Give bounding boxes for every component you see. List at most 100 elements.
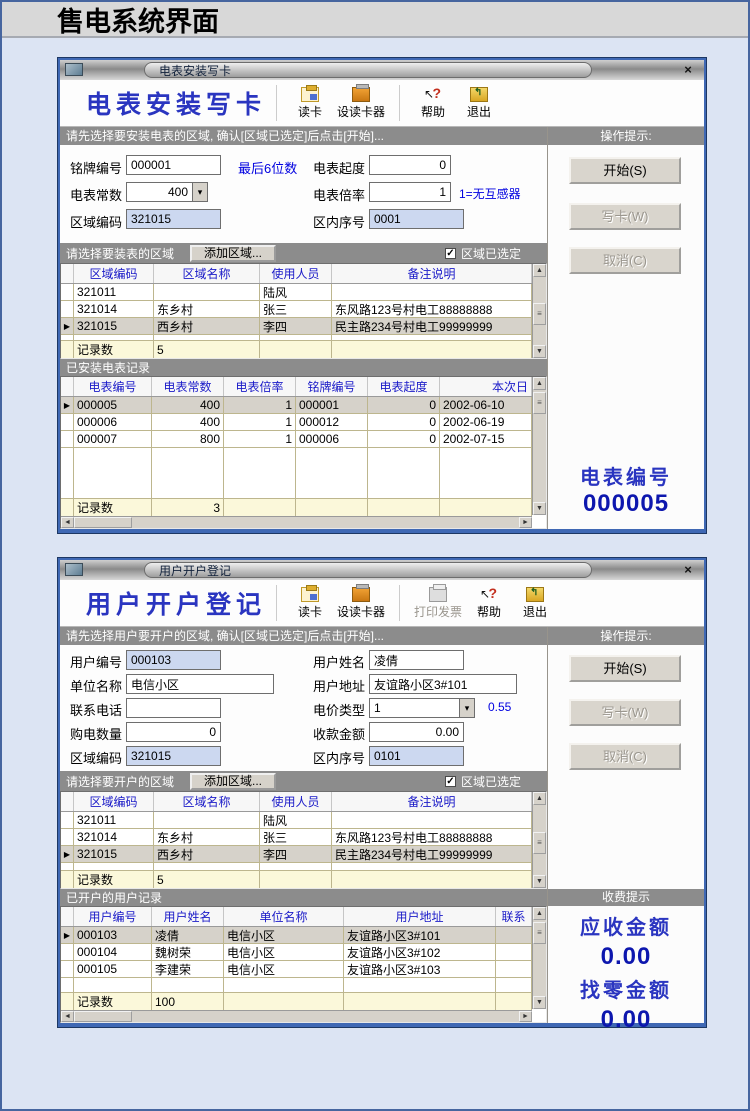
- scroll-down-icon[interactable]: ▼: [533, 345, 546, 358]
- scroll-left-icon[interactable]: ◄: [61, 1011, 74, 1022]
- check-icon[interactable]: ✓: [445, 248, 456, 259]
- write-card-button[interactable]: 写卡(W): [569, 203, 681, 230]
- scroll-right-icon[interactable]: ►: [519, 517, 532, 528]
- table-row-selected[interactable]: ▶ 321015 西乡村 李四 民主路234号村电工99999999: [61, 846, 532, 863]
- area-table: 区域编码 区域名称 使用人员 备注说明 321011 陆风: [60, 263, 547, 359]
- toolbar-label: 设读卡器: [337, 103, 385, 120]
- serial-input[interactable]: 0101: [369, 746, 464, 766]
- titlebar[interactable]: 用户开户登记 ×: [60, 560, 704, 580]
- vertical-scrollbar[interactable]: ▲ ≡ ▼: [532, 377, 546, 515]
- instruction-bar: 请先选择要安装电表的区域, 确认[区域已选定]后点击[开始]...: [60, 127, 547, 145]
- meter-number-block: 电表编号 000005: [548, 461, 704, 518]
- table-row[interactable]: 321011 陆风: [61, 284, 532, 301]
- table-row-selected[interactable]: ▶ 321015 西乡村 李四 民主路234号村电工99999999: [61, 318, 532, 335]
- nameplate-input[interactable]: 000001: [126, 155, 221, 175]
- table-row[interactable]: 321014 东乡村 张三 东风路123号村电工88888888: [61, 301, 532, 318]
- scroll-left-icon[interactable]: ◄: [61, 517, 74, 528]
- toolbar-label: 帮助: [477, 603, 501, 620]
- chevron-down-icon[interactable]: ▾: [459, 698, 475, 718]
- toolbar-label: 帮助: [421, 103, 445, 120]
- table-row[interactable]: 000105 李建荣 电信小区 友谊路小区3#103: [61, 961, 532, 978]
- scroll-up-icon[interactable]: ▲: [533, 907, 546, 920]
- print-invoice-button[interactable]: 打印发票: [410, 587, 466, 620]
- price-type-combobox[interactable]: 1 ▾: [369, 698, 475, 718]
- chevron-down-icon[interactable]: ▾: [192, 182, 208, 202]
- scroll-up-icon[interactable]: ▲: [533, 264, 546, 277]
- area-section-title: 请选择要装表的区域: [66, 245, 174, 262]
- quantity-label: 购电数量: [70, 724, 122, 743]
- amount-input[interactable]: 0.00: [369, 722, 464, 742]
- scroll-down-icon[interactable]: ▼: [533, 875, 546, 888]
- nameplate-hint: 最后6位数: [238, 158, 297, 177]
- exit-button[interactable]: 退出: [456, 87, 502, 120]
- table-row-selected[interactable]: ▶ 000103 凌倩 电信小区 友谊路小区3#101: [61, 927, 532, 944]
- scrollbar-thumb[interactable]: ≡: [533, 832, 546, 854]
- help-button[interactable]: 帮助: [466, 587, 512, 620]
- window-title: 电表安装写卡: [159, 62, 231, 78]
- start-degree-input[interactable]: 0: [369, 155, 451, 175]
- area-selected-checkbox[interactable]: ✓ 区域已选定: [445, 245, 521, 262]
- table-row[interactable]: 000104 魏树荣 电信小区 友谊路小区3#102: [61, 944, 532, 961]
- scroll-down-icon[interactable]: ▼: [533, 996, 546, 1009]
- area-code-input[interactable]: 321015: [126, 746, 221, 766]
- vertical-scrollbar[interactable]: ▲ ≡ ▼: [532, 264, 546, 358]
- table-row[interactable]: 321011 陆风: [61, 812, 532, 829]
- check-icon[interactable]: ✓: [445, 776, 456, 787]
- horizontal-scrollbar[interactable]: ◄ ►: [61, 516, 532, 528]
- vertical-scrollbar[interactable]: ▲ ≡ ▼: [532, 792, 546, 888]
- fee-block: 应收金额 0.00 找零金额 0.00: [548, 911, 704, 1034]
- scroll-down-icon[interactable]: ▼: [533, 502, 546, 515]
- phone-input[interactable]: [126, 698, 221, 718]
- constant-combobox[interactable]: 400 ▾: [126, 182, 208, 202]
- scroll-up-icon[interactable]: ▲: [533, 792, 546, 805]
- add-area-button[interactable]: 添加区域...: [190, 245, 276, 262]
- user-no-input[interactable]: 000103: [126, 650, 221, 670]
- unit-label: 单位名称: [70, 676, 122, 695]
- read-card-button[interactable]: 读卡: [287, 587, 333, 620]
- ratio-input[interactable]: 1: [369, 182, 451, 202]
- cancel-button[interactable]: 取消(C): [569, 247, 681, 274]
- scrollbar-thumb[interactable]: ≡: [533, 303, 546, 325]
- table-row[interactable]: 321014 东乡村 张三 东风路123号村电工88888888: [61, 829, 532, 846]
- table-row-selected[interactable]: ▶ 000005 400 1 000001 0 2002-06-10: [61, 397, 532, 414]
- titlebar[interactable]: 电表安装写卡 ×: [60, 60, 704, 80]
- scroll-right-icon[interactable]: ►: [519, 1011, 532, 1022]
- account-open-window: 用户开户登记 × 用户开户登记 读卡 设读卡器 打印发票: [57, 557, 707, 1028]
- help-button[interactable]: 帮助: [410, 87, 456, 120]
- read-card-icon: [301, 587, 319, 602]
- scrollbar-thumb[interactable]: [74, 517, 132, 528]
- user-name-input[interactable]: 凌倩: [369, 650, 464, 670]
- scrollbar-thumb[interactable]: [74, 1011, 132, 1022]
- address-input[interactable]: 友谊路小区3#101: [369, 674, 517, 694]
- vertical-scrollbar[interactable]: ▲ ≡ ▼: [532, 907, 546, 1009]
- quantity-input[interactable]: 0: [126, 722, 221, 742]
- table-footer-row: 记录数 3: [61, 498, 532, 516]
- set-reader-button[interactable]: 设读卡器: [333, 87, 389, 120]
- exit-button[interactable]: 退出: [512, 587, 558, 620]
- set-reader-button[interactable]: 设读卡器: [333, 587, 389, 620]
- scrollbar-thumb[interactable]: ≡: [533, 922, 546, 944]
- receivable-value: 0.00: [548, 943, 704, 971]
- start-button[interactable]: 开始(S): [569, 655, 681, 682]
- scrollbar-thumb[interactable]: ≡: [533, 392, 546, 414]
- price-hint: 0.55: [488, 700, 511, 714]
- area-section-bar: 请选择要开户的区域 添加区域... ✓ 区域已选定: [60, 771, 547, 791]
- add-area-button[interactable]: 添加区域...: [190, 773, 276, 790]
- scroll-up-icon[interactable]: ▲: [533, 377, 546, 390]
- close-button[interactable]: ×: [680, 562, 696, 578]
- cancel-button[interactable]: 取消(C): [569, 743, 681, 770]
- unit-input[interactable]: 电信小区: [126, 674, 274, 694]
- table-row[interactable]: 000007 800 1 000006 0 2002-07-15: [61, 431, 532, 448]
- area-code-label: 区域编码: [70, 212, 122, 231]
- area-code-input[interactable]: 321015: [126, 209, 221, 229]
- area-selected-checkbox[interactable]: ✓ 区域已选定: [445, 773, 521, 790]
- constant-label: 电表常数: [70, 185, 122, 204]
- start-button[interactable]: 开始(S): [569, 157, 681, 184]
- serial-input[interactable]: 0001: [369, 209, 464, 229]
- meter-number-value: 000005: [548, 490, 704, 518]
- read-card-button[interactable]: 读卡: [287, 87, 333, 120]
- horizontal-scrollbar[interactable]: ◄ ►: [61, 1010, 532, 1022]
- close-button[interactable]: ×: [680, 62, 696, 78]
- table-row[interactable]: 000006 400 1 000012 0 2002-06-19: [61, 414, 532, 431]
- write-card-button[interactable]: 写卡(W): [569, 699, 681, 726]
